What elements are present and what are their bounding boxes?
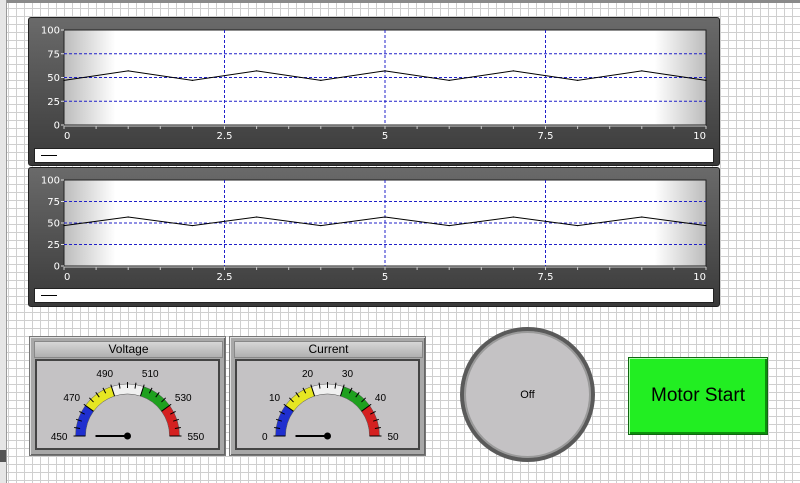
trend-chart-2-legend-swatch xyxy=(41,295,57,296)
voltage-gauge-scale-label: 550 xyxy=(188,432,205,443)
motor-start-button[interactable]: Motor Start xyxy=(628,357,768,435)
voltage-gauge-scale-label: 490 xyxy=(96,369,113,380)
trend-chart-1-legend xyxy=(34,148,714,163)
trend-chart-2-xtick-label: 7.5 xyxy=(538,272,554,283)
trend-chart-1-data-point xyxy=(63,79,65,81)
trend-chart-2-ytick-label: 75 xyxy=(47,197,60,208)
current-gauge-needle-hub xyxy=(324,432,331,440)
trend-chart-2-data-point xyxy=(320,224,322,227)
trend-chart-1-data-point xyxy=(256,70,258,72)
trend-chart-1-ytick-label: 0 xyxy=(54,121,60,132)
trend-chart-1-data-point xyxy=(191,79,193,81)
voltage-gauge: Voltage 450 470 490 510 530 550 xyxy=(29,336,226,456)
trend-chart-1-xtick-label: 10 xyxy=(693,131,706,142)
trend-chart-2-ytick-label: 50 xyxy=(47,219,60,230)
trend-chart-1: 0 25 50 75 100 0 2.5 5 7.5 10 xyxy=(28,17,720,166)
trend-chart-2-data-point xyxy=(127,216,129,218)
motor-status-indicator: Off xyxy=(460,327,595,462)
trend-chart-1-xtick-label: 7.5 xyxy=(538,131,554,142)
trend-chart-1-xtick-label: 0 xyxy=(64,131,70,142)
trend-chart-1-ytick-label: 25 xyxy=(47,97,60,108)
trend-chart-1-xtick-label: 5 xyxy=(382,131,388,142)
window-left-border xyxy=(0,0,7,483)
trend-chart-1-data-point xyxy=(448,79,450,81)
trend-chart-2-xtick-label: 2.5 xyxy=(217,272,233,283)
trend-chart-1-ytick-label: 75 xyxy=(47,49,60,60)
trend-chart-2-plot: 0 25 50 75 100 0 2.5 5 7.5 10 xyxy=(41,176,707,283)
trend-chart-2-xtick-label: 0 xyxy=(64,272,70,283)
trend-chart-1-ytick-label: 100 xyxy=(41,26,60,37)
trend-chart-1-data-point xyxy=(127,70,129,72)
trend-chart-1-legend-swatch xyxy=(41,155,57,156)
trend-chart-2-data-point xyxy=(512,216,514,218)
current-gauge-scale-label: 50 xyxy=(388,432,400,443)
trend-chart-2-xtick-label: 10 xyxy=(693,272,706,283)
voltage-gauge-needle-hub xyxy=(124,432,131,440)
left-edge-marker xyxy=(0,450,6,462)
trend-chart-1-data-point xyxy=(512,70,514,72)
voltage-gauge-scale-label: 450 xyxy=(51,432,68,443)
trend-chart-2: 0 25 50 75 100 0 2.5 5 7.5 10 xyxy=(28,167,720,307)
current-gauge-scale-label: 40 xyxy=(375,393,387,404)
trend-chart-1-xtick-label: 2.5 xyxy=(217,131,233,142)
trend-chart-1-data-point xyxy=(705,79,707,81)
voltage-gauge-scale-label: 530 xyxy=(175,393,192,404)
trend-chart-2-ytick-label: 25 xyxy=(47,240,60,251)
current-gauge-scale-label: 20 xyxy=(302,369,314,380)
trend-chart-2-data-point xyxy=(191,224,193,227)
trend-chart-2-xtick-label: 5 xyxy=(382,272,388,283)
trend-chart-1-data-point xyxy=(320,79,322,81)
current-gauge-scale-label: 10 xyxy=(269,393,281,404)
voltage-gauge-scale-label: 470 xyxy=(63,393,80,404)
trend-chart-2-legend xyxy=(34,288,714,303)
trend-chart-1-plot: 0 25 50 75 100 0 2.5 5 7.5 10 xyxy=(41,26,707,142)
motor-start-label: Motor Start xyxy=(651,385,745,406)
trend-chart-1-ytick-label: 50 xyxy=(47,73,60,84)
trend-chart-2-data-point xyxy=(705,224,707,227)
trend-chart-1-data-point xyxy=(577,79,579,81)
motor-status-label: Off xyxy=(520,388,535,401)
current-gauge-dial: 0 10 20 30 40 50 xyxy=(235,359,420,450)
voltage-gauge-dial: 450 470 490 510 530 550 xyxy=(35,359,220,450)
voltage-gauge-scale-label: 510 xyxy=(142,369,159,380)
trend-chart-2-data-point xyxy=(384,216,386,218)
trend-chart-2-data-point xyxy=(641,216,643,218)
trend-chart-2-data-point xyxy=(448,224,450,227)
current-gauge-scale-label: 30 xyxy=(342,369,354,380)
current-gauge: Current 0 10 20 30 40 50 xyxy=(229,336,426,456)
trend-chart-2-ytick-label: 0 xyxy=(54,262,60,273)
current-gauge-scale-label: 0 xyxy=(262,432,268,443)
trend-chart-2-data-point xyxy=(577,224,579,227)
trend-chart-2-data-point xyxy=(256,216,258,218)
trend-chart-2-data-point xyxy=(63,224,65,227)
trend-chart-2-ytick-label: 100 xyxy=(41,176,60,187)
window-top-border xyxy=(0,0,800,3)
trend-chart-1-data-point xyxy=(384,70,386,72)
trend-chart-1-data-point xyxy=(641,70,643,72)
